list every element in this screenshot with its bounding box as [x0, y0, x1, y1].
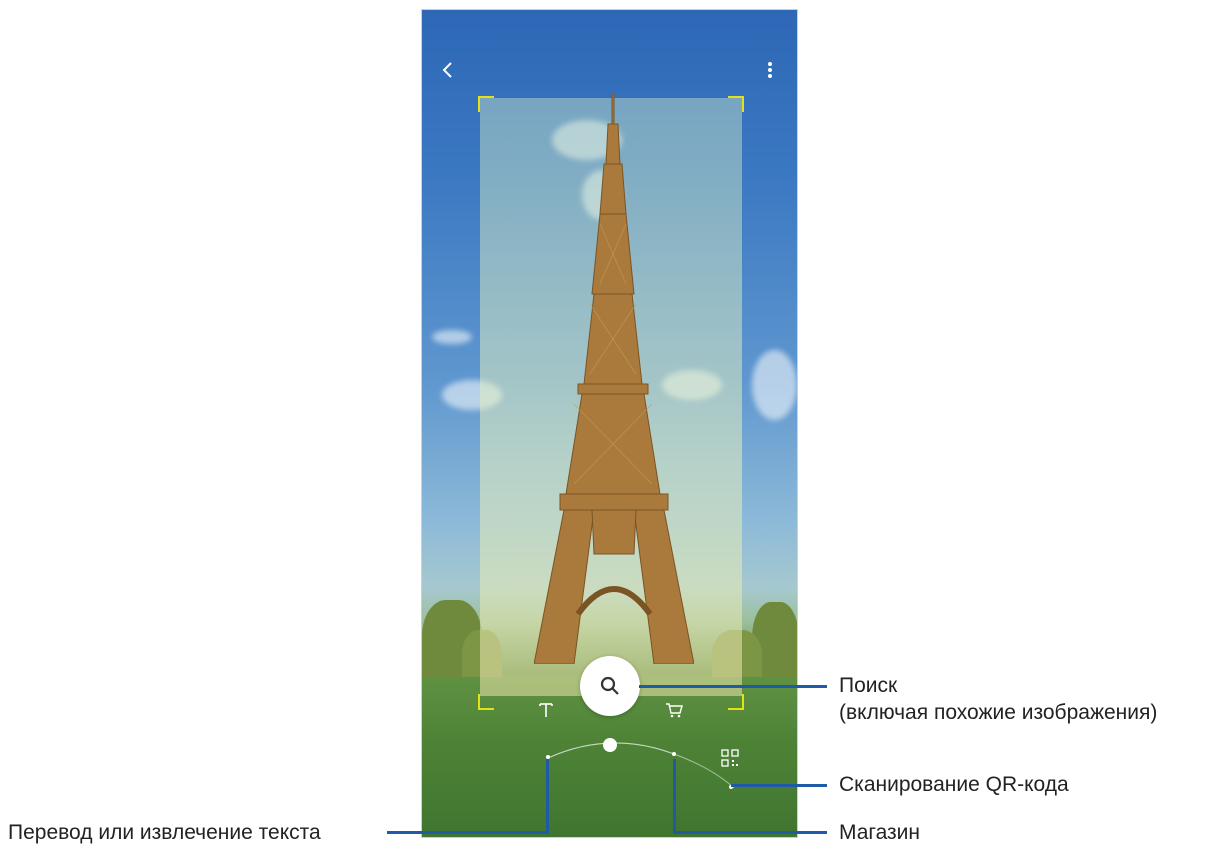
qr-mode-button[interactable]: [720, 748, 740, 768]
shopping-mode-button[interactable]: [664, 700, 684, 720]
active-mode-indicator: [603, 738, 617, 752]
mode-selector-arc: [547, 742, 735, 789]
search-callout-label: Поиск: [839, 674, 898, 697]
search-callout-line: [639, 685, 827, 688]
qr-code-icon: [721, 749, 739, 767]
text-callout-horizontal: [387, 831, 549, 834]
qr-callout-label: Сканирование QR-кода: [839, 773, 1069, 796]
search-callout-sublabel: (включая похожие изображения): [839, 701, 1158, 724]
qr-callout-line: [731, 784, 827, 787]
text-mode-button[interactable]: [536, 700, 556, 720]
text-T-icon: [539, 703, 553, 717]
cart-icon: [666, 703, 683, 718]
text-callout-vertical: [546, 759, 549, 834]
phone-screen: [421, 9, 798, 838]
shopping-mode-dot: [672, 752, 676, 756]
shop-callout-vertical: [673, 759, 676, 834]
text-callout-label: Перевод или извлечение текста: [8, 821, 321, 844]
shop-callout-horizontal: [673, 831, 827, 834]
shop-callout-label: Магазин: [839, 821, 921, 844]
